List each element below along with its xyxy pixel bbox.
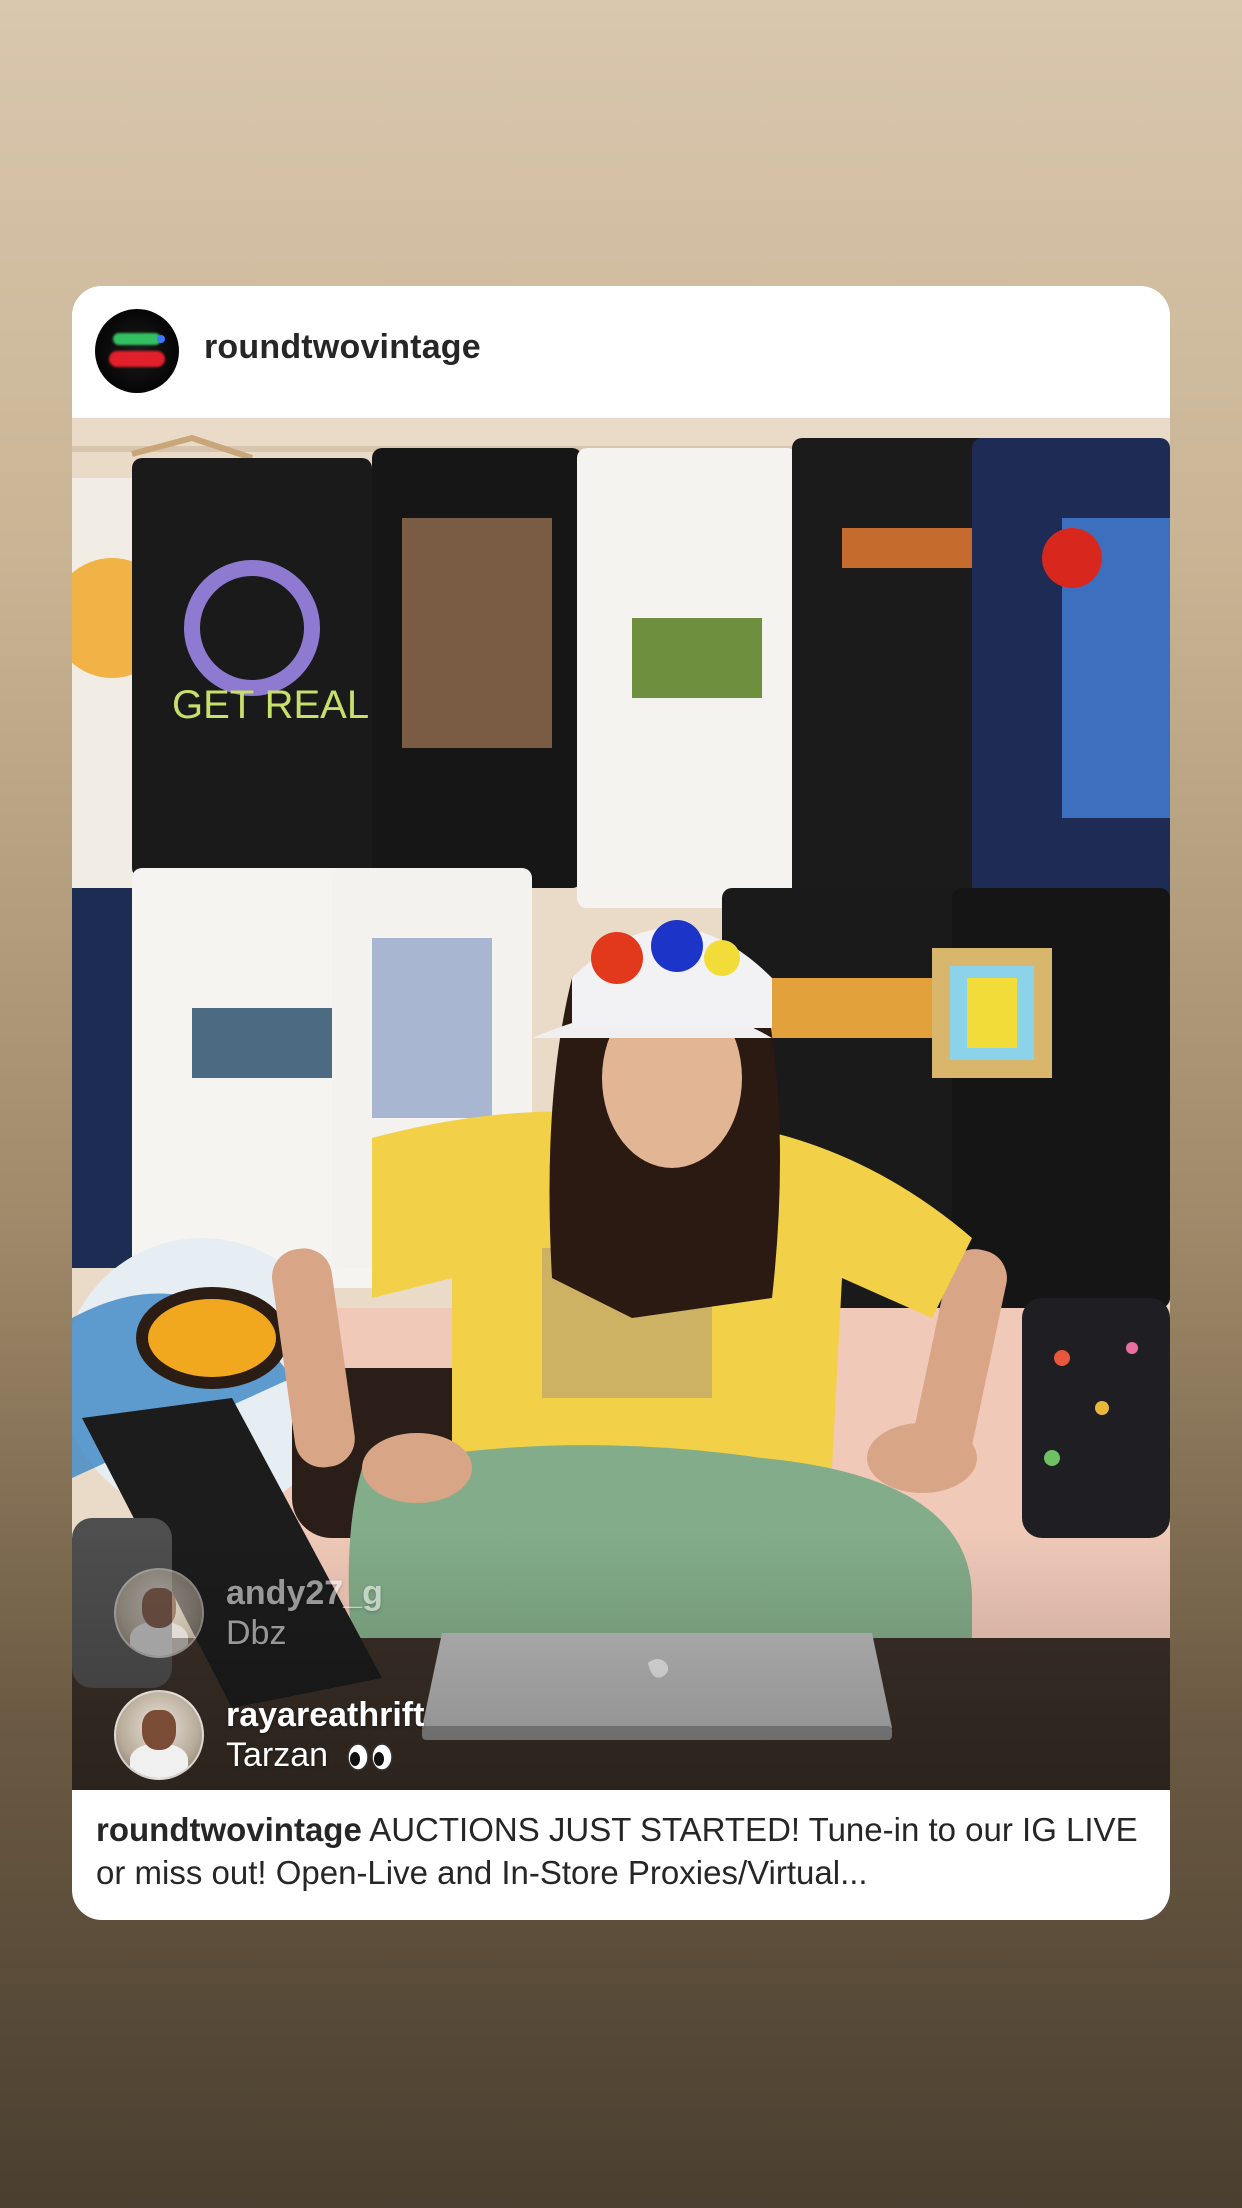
comment-message: Tarzan bbox=[226, 1736, 329, 1774]
eyes-emoji-icon bbox=[346, 1743, 393, 1771]
caption-username[interactable]: roundtwovintage bbox=[96, 1811, 362, 1848]
profile-avatar-icon[interactable] bbox=[95, 309, 179, 393]
commenter-avatar[interactable] bbox=[114, 1690, 204, 1780]
post-username[interactable]: roundtwovintage bbox=[204, 328, 481, 367]
comment-message: Dbz bbox=[226, 1614, 287, 1652]
commenter-avatar[interactable] bbox=[114, 1568, 204, 1658]
post-header: roundtwovintage bbox=[72, 286, 1170, 418]
comment-message-row: Tarzan bbox=[226, 1735, 424, 1775]
live-video-frame[interactable]: GET REAL andy27_g Dbz rayareathrift Tarz… bbox=[72, 418, 1170, 1790]
commenter-username[interactable]: rayareathrift bbox=[226, 1695, 424, 1735]
live-comment: rayareathrift Tarzan bbox=[114, 1690, 424, 1780]
post-caption[interactable]: roundtwovintage AUCTIONS JUST STARTED! T… bbox=[96, 1808, 1146, 1894]
svg-text:GET REAL: GET REAL bbox=[172, 683, 369, 727]
live-comment: andy27_g Dbz bbox=[114, 1568, 383, 1658]
story-post-card[interactable]: roundtwovintage GET REAL andy27_g Dbz ra… bbox=[72, 286, 1170, 1920]
commenter-username[interactable]: andy27_g bbox=[226, 1573, 383, 1613]
